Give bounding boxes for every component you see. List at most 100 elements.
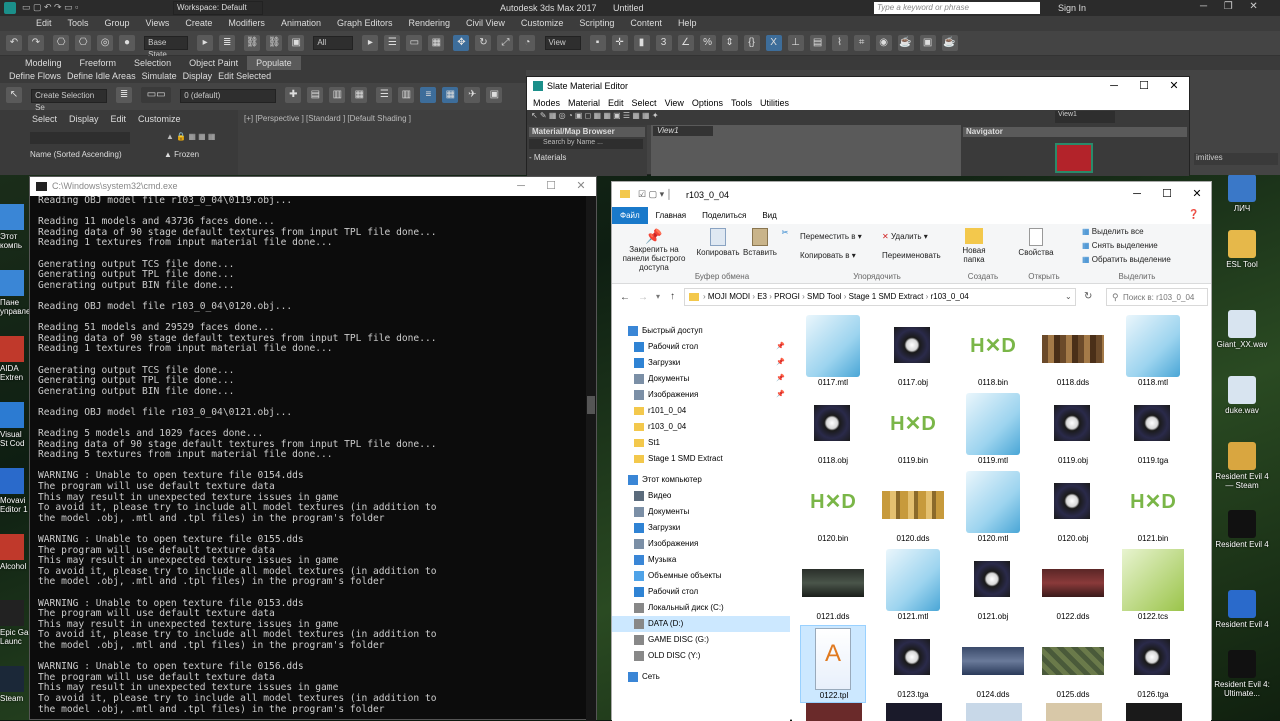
file-item[interactable]: 0121.mtl [880, 547, 946, 625]
place-icon[interactable]: ◔ [519, 35, 536, 51]
file-item[interactable]: 0120.obj [1040, 469, 1106, 547]
explorer-minimize-button[interactable]: ─ [1122, 185, 1152, 204]
sphere-icon[interactable]: ● [119, 35, 136, 51]
file-item[interactable]: 0120.mtl [960, 469, 1026, 547]
select-icon[interactable]: ▸ [197, 35, 214, 51]
menu-item-help[interactable]: Help [670, 16, 705, 31]
recent-dropdown[interactable]: ▾ [656, 292, 660, 301]
file-item[interactable]: H✕D 0119.bin [880, 391, 946, 469]
selection-set-dropdown[interactable]: Create Selection Se [31, 89, 108, 112]
select-object-icon[interactable]: ▸ [362, 35, 379, 51]
unlink-chain-icon[interactable]: ⛓ [266, 35, 283, 51]
rect-select-icon[interactable]: ▭ [406, 35, 423, 51]
scene-tab-select[interactable]: Select [32, 114, 57, 124]
cut-icon[interactable]: ✂ [780, 228, 790, 237]
nav-item[interactable]: r101_0_04 [612, 403, 790, 419]
invert-selection-button[interactable]: ▦ Обратить выделение [1082, 255, 1192, 264]
materials-group[interactable]: - Materials [529, 153, 645, 163]
menu-item-edit[interactable]: Edit [28, 16, 60, 31]
toggle-ribbon-icon[interactable]: ▥ [398, 87, 415, 103]
quick-access-toolbar[interactable]: ☑ ▢ ▾ │ [638, 189, 672, 200]
cmd-scroll-thumb[interactable] [587, 396, 595, 414]
cursor-icon[interactable]: ↖ [6, 87, 22, 103]
file-item[interactable]: 0117.obj [880, 313, 946, 391]
file-item-partial[interactable] [886, 703, 942, 721]
desktop-icon[interactable]: Resident Evil 4 [1214, 510, 1270, 549]
file-item-partial[interactable] [1126, 703, 1182, 721]
ribbon-item-simulate[interactable]: Simulate [139, 70, 180, 83]
desktop-icon[interactable]: Visual St Cod [0, 402, 30, 448]
cmd-minimize-button[interactable]: ─ [506, 177, 536, 196]
render-setup-icon[interactable]: ☕ [897, 35, 914, 51]
address-dropdown-icon[interactable]: ⌄ [1065, 292, 1072, 301]
cmd-output[interactable]: Reading OBJ model file r103_0_04\0119.ob… [38, 196, 584, 721]
layer-toggle-icon[interactable]: ▭▭ [141, 87, 172, 103]
align-icon[interactable]: ⊥ [787, 35, 804, 51]
render-frame-icon[interactable]: ▣ [919, 35, 936, 51]
nav-item[interactable]: GAME DISC (G:) [612, 632, 790, 648]
nav-item[interactable]: Сеть [612, 669, 790, 685]
workspace-dropdown[interactable]: Workspace: Default [173, 1, 263, 15]
layer-manager-icon[interactable]: ≣ [116, 87, 133, 103]
file-item-partial[interactable] [966, 703, 1022, 721]
desktop-icon[interactable]: Alcohol [0, 534, 30, 571]
pivot-icon[interactable]: ▪ [589, 35, 606, 51]
browser-search-input[interactable]: Search by Name ... [529, 139, 643, 149]
file-item-partial[interactable] [1046, 703, 1102, 721]
slate-menu-select[interactable]: Select [628, 98, 661, 108]
file-item[interactable]: 0122.dds [1040, 547, 1106, 625]
file-item[interactable]: 0125.dds [1040, 625, 1106, 703]
properties-button[interactable]: Свойства [1018, 228, 1054, 257]
breadcrumb-item[interactable]: SMD Tool [807, 292, 842, 301]
ribbon-tab-3[interactable]: Вид [754, 207, 784, 224]
scale-icon[interactable]: ⤢ [497, 35, 514, 51]
quick-access-icons[interactable]: ▭ ▢ ↶ ↷ ▭ ▫ [22, 2, 78, 13]
ribbon-tab-selection[interactable]: Selection [125, 56, 180, 70]
ribbon-tab-object-paint[interactable]: Object Paint [180, 56, 247, 70]
file-item[interactable]: 0119.tga [1120, 391, 1186, 469]
back-button[interactable]: ← [620, 292, 630, 303]
scene-col-name[interactable]: Name (Sorted Ascending) [30, 150, 122, 159]
desktop-icon[interactable]: Giant_XX.wav [1214, 310, 1270, 349]
search-box[interactable]: ⚲ Поиск в: r103_0_04 [1106, 288, 1208, 306]
explorer-maximize-button[interactable]: ☐ [1152, 185, 1182, 204]
minimize-button[interactable]: ─ [1099, 77, 1129, 96]
copy-to-button[interactable]: Копировать в ▾ [800, 251, 886, 260]
file-item[interactable]: 0120.dds [880, 469, 946, 547]
nav-item[interactable]: Быстрый доступ [612, 323, 790, 339]
select-layer-icon[interactable]: ▥ [329, 87, 346, 103]
grid-select-icon[interactable]: ▦ [442, 87, 459, 103]
nav-item[interactable]: Документы 📌 [612, 371, 790, 387]
select-all-button[interactable]: ▦ Выделить все [1082, 227, 1192, 236]
file-item[interactable]: 0123.tga [880, 625, 946, 703]
refresh-button[interactable]: ↻ [1084, 291, 1092, 302]
command-panel-dropdown[interactable]: imitives [1194, 153, 1278, 165]
nav-item[interactable]: Видео [612, 488, 790, 504]
angle-snap-icon[interactable]: ∠ [677, 35, 694, 51]
material-editor-icon[interactable]: ◉ [875, 35, 892, 51]
layer-props-icon[interactable]: ▦ [351, 87, 368, 103]
file-item[interactable]: H✕D 0121.bin [1120, 469, 1186, 547]
rotate-icon[interactable]: ↻ [475, 35, 492, 51]
menu-item-customize[interactable]: Customize [513, 16, 572, 31]
ribbon-tab-1[interactable]: Главная [648, 207, 694, 224]
slate-tool-icons[interactable]: ↖ ✎ ▦ ◎ ◔ ▣ ◻ ▦ ▦ ▣ ☰ ▦ ▦ ✦ [531, 111, 659, 120]
help-icon[interactable]: ❓ [1188, 209, 1199, 220]
desktop-icon[interactable]: Resident Evil 4 — Steam [1214, 442, 1270, 490]
ribbon-item-define-flows[interactable]: Define Flows [6, 70, 64, 83]
desktop-icon[interactable]: Этот компь [0, 204, 30, 250]
bind-space-icon[interactable]: ▣ [288, 35, 305, 51]
menu-item-animation[interactable]: Animation [273, 16, 329, 31]
view-tab[interactable]: View1 [653, 126, 713, 136]
file-item[interactable]: 0117.mtl [800, 313, 866, 391]
percent-snap-icon[interactable]: % [699, 35, 716, 51]
ribbon-tab-modeling[interactable]: Modeling [16, 56, 71, 70]
layer-icon[interactable]: ▤ [809, 35, 826, 51]
link-icon[interactable]: ⎔ [53, 35, 70, 51]
undo-icon[interactable]: ↶ [6, 35, 22, 51]
slate-menu-utilities[interactable]: Utilities [756, 98, 793, 108]
nav-item[interactable]: DATA (D:) [612, 616, 790, 632]
file-item-partial[interactable] [806, 703, 862, 721]
render-icon[interactable]: ☕ [941, 35, 958, 51]
nav-item[interactable]: Документы [612, 504, 790, 520]
